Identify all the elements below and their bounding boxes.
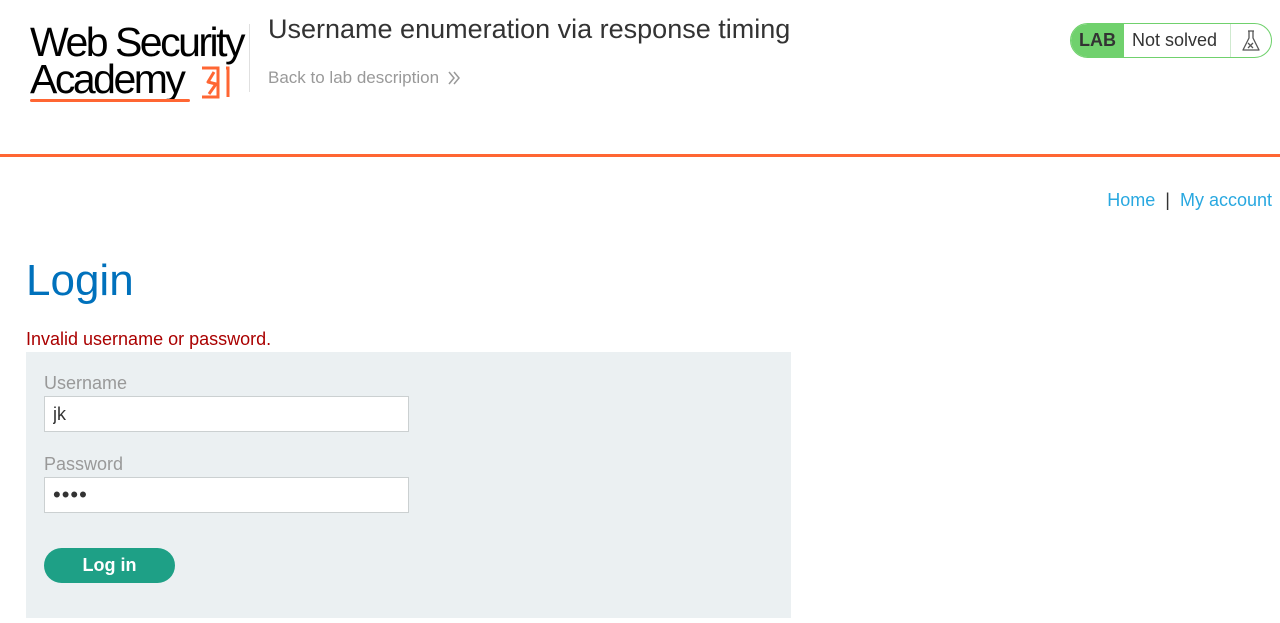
login-form: Username Password Log in [26, 352, 791, 618]
header-divider [249, 24, 250, 92]
lab-badge: LAB [1071, 24, 1124, 57]
academy-logo[interactable]: Web Security Academy [28, 20, 248, 102]
lightning-bolt-icon [202, 66, 230, 99]
site-header: Web Security Academy Username enumeratio… [0, 0, 1280, 157]
lab-title: Username enumeration via response timing [268, 14, 791, 44]
my-account-link[interactable]: My account [1180, 190, 1272, 211]
lab-status-text: Not solved [1132, 30, 1218, 50]
home-link[interactable]: Home [1107, 190, 1155, 211]
username-label: Username [44, 373, 128, 393]
logo-underline [30, 99, 190, 102]
nav-separator: | [1165, 190, 1170, 210]
double-chevron-right-icon [448, 71, 461, 85]
lab-status-widget: LAB Not solved [1070, 23, 1272, 58]
login-button[interactable]: Log in [44, 548, 175, 583]
flask-icon [1230, 24, 1271, 57]
back-to-lab-description-link[interactable]: Back to lab description [268, 68, 461, 88]
top-nav: Home | My account [1107, 190, 1272, 211]
back-link-label: Back to lab description [268, 68, 440, 87]
logo-text-line2: Academy [30, 56, 186, 102]
page-title: Login [26, 256, 134, 305]
password-input[interactable] [44, 477, 409, 513]
username-input[interactable] [44, 396, 409, 432]
password-label: Password [44, 454, 124, 474]
login-error-message: Invalid username or password. [26, 329, 272, 349]
